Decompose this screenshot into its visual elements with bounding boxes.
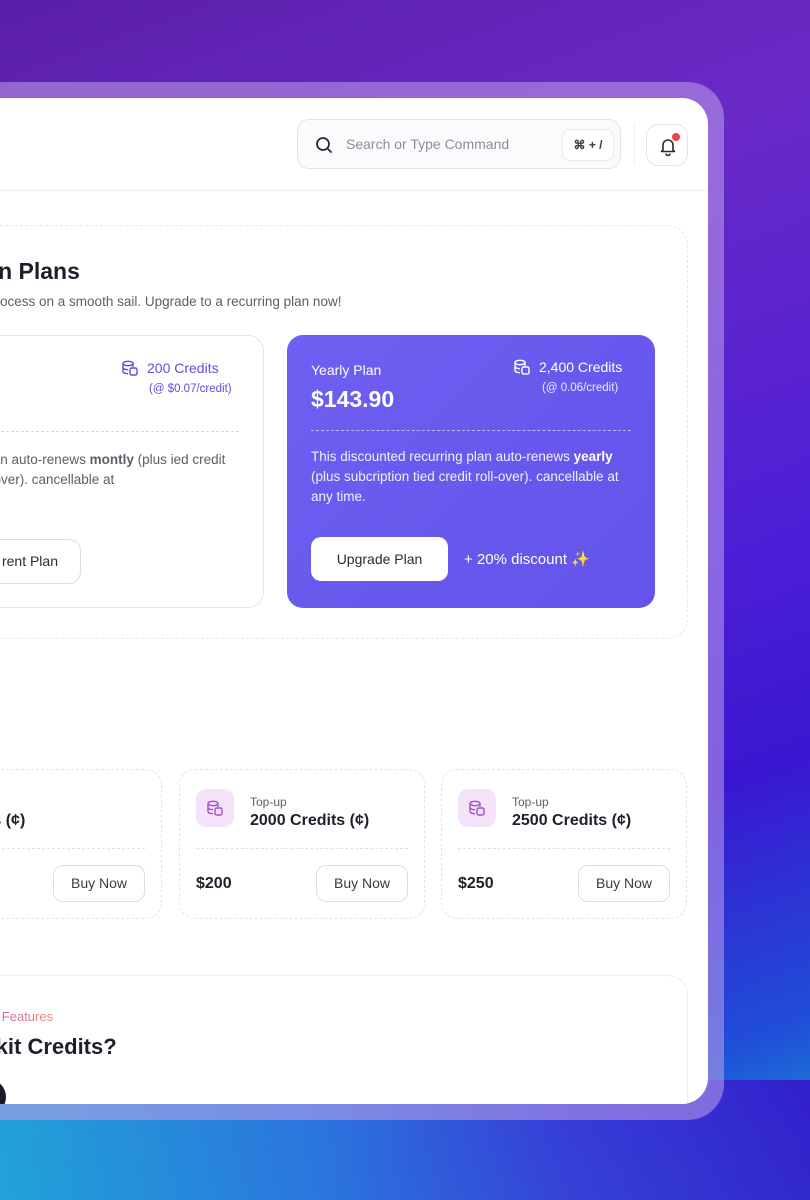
- divider: [196, 848, 408, 849]
- monthly-plan-card: n 200 Credits (@ $0.07/credit) g plan au…: [0, 335, 264, 608]
- section-description: int process on a smooth sail. Upgrade to…: [0, 294, 342, 309]
- divider: [0, 848, 145, 849]
- coins-icon: [207, 800, 223, 816]
- topup-credits: 2500 Credits (¢): [512, 812, 632, 829]
- search-input[interactable]: Search or Type Command: [346, 136, 509, 152]
- divider: [458, 848, 670, 849]
- topup-label: Top-up: [512, 795, 549, 809]
- buy-now-button[interactable]: Buy Now: [316, 865, 408, 902]
- credits-label: 200 Credits: [147, 360, 219, 376]
- buy-now-button[interactable]: Buy Now: [53, 865, 145, 902]
- buy-now-button[interactable]: Buy Now: [578, 865, 670, 902]
- notification-dot: [672, 133, 680, 141]
- topup-credits: 2000 Credits (¢): [250, 812, 370, 829]
- credits-label: 2,400 Credits: [539, 359, 623, 375]
- topup-price: $250: [458, 875, 494, 892]
- topup-icon-badge: [458, 789, 496, 827]
- upgrade-plan-button[interactable]: Upgrade Plan: [311, 537, 448, 581]
- shortcut-badge: ⌘ + /: [562, 129, 614, 161]
- coins-icon: [122, 360, 138, 376]
- topup-card: p-up 500 Credits (¢) Buy Now: [0, 769, 162, 919]
- topup-credits: 500 Credits (¢): [0, 812, 26, 829]
- credit-rate: (@ 0.06/credit): [542, 382, 619, 394]
- section-title: tion Plans: [0, 258, 80, 284]
- plan-credits: 200 Credits: [121, 359, 219, 377]
- topup-card: Top-up 2000 Credits (¢) $200 Buy Now: [179, 769, 425, 919]
- divider: [311, 430, 631, 431]
- coins-icon: [469, 800, 485, 816]
- topup-price: $200: [196, 875, 232, 892]
- plan-price: $143.90: [311, 386, 395, 412]
- search-icon: [316, 137, 332, 153]
- header-divider: [634, 124, 635, 164]
- coins-icon: [514, 359, 530, 375]
- discount-label: + 20% discount ✨: [464, 551, 590, 568]
- topup-icon-badge: [196, 789, 234, 827]
- topup-label: Top-up: [250, 795, 287, 809]
- search-bar[interactable]: Search or Type Command ⌘ + /: [297, 119, 621, 169]
- app-window: Search or Type Command ⌘ + / tion Plans …: [0, 98, 708, 1104]
- features-title: plikit Credits?: [0, 1034, 117, 1059]
- plan-description: This discounted recurring plan auto-rene…: [311, 449, 619, 504]
- top-bar: Search or Type Command ⌘ + /: [0, 98, 708, 191]
- features-tag: riced Features: [0, 1009, 53, 1024]
- notifications-button[interactable]: [646, 124, 688, 166]
- yearly-plan-card: Yearly Plan $143.90 2,400 Credits (@ 0.0…: [287, 335, 655, 608]
- plan-description: g plan auto-renews montly (plus ied cred…: [0, 452, 226, 487]
- topup-card: Top-up 2500 Credits (¢) $250 Buy Now: [441, 769, 687, 919]
- plan-name: Yearly Plan: [311, 362, 382, 378]
- current-plan-button[interactable]: rent Plan: [0, 539, 81, 584]
- plan-credits: 2,400 Credits: [513, 358, 622, 376]
- credit-rate: (@ $0.07/credit): [149, 383, 232, 395]
- divider: [0, 431, 239, 432]
